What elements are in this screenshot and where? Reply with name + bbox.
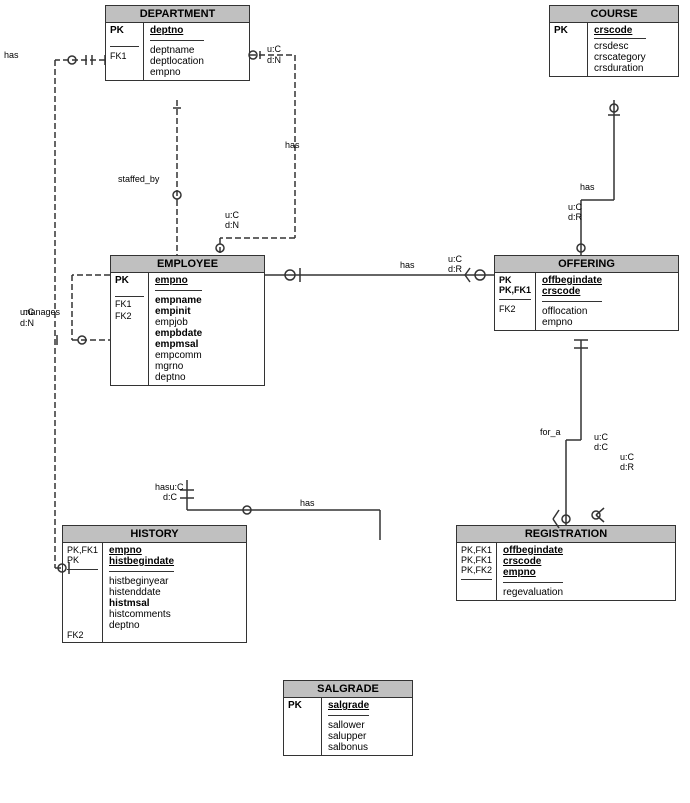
off-fk2-attr: empno [542, 317, 602, 328]
sal-pk-attr: salgrade [328, 700, 369, 711]
svg-text:d:N: d:N [20, 318, 34, 328]
svg-text:u:C: u:C [448, 254, 463, 264]
registration-entity: REGISTRATION PK,FK1 PK,FK1 PK,FK2 offbeg… [456, 525, 676, 601]
hist-fk2-label: FK2 [67, 630, 98, 640]
course-title: COURSE [550, 6, 678, 23]
emp-fk1-label: FK1 [115, 299, 144, 309]
hist-pk2-label: PK [67, 555, 98, 565]
emp-fk1-attr: mgrno [155, 361, 202, 372]
svg-text:has: has [4, 50, 19, 60]
course-entity: COURSE PK crscode crsdesc crscategory cr… [549, 5, 679, 77]
svg-text:u:C: u:C [620, 452, 635, 462]
course-attr-2: crscategory [594, 52, 646, 63]
dept-fk1-label: FK1 [110, 51, 139, 61]
hist-attr-4: histcomments [109, 609, 174, 620]
staffed-by-label: staffed_by [118, 174, 160, 184]
svg-text:for_a: for_a [540, 427, 561, 437]
reg-pk3-attr: empno [503, 567, 563, 578]
off-pk1-attr: offbegindate [542, 275, 602, 286]
off-pk1-label: PK [499, 275, 531, 285]
sal-attr-2: salupper [328, 731, 369, 742]
dept-attr-2: deptlocation [150, 56, 204, 67]
dept-fk1-attr: empno [150, 67, 204, 78]
svg-text:d:R: d:R [448, 264, 463, 274]
svg-text:d:C: d:C [163, 492, 178, 502]
sal-pk-label: PK [288, 700, 317, 711]
off-attr-1: offlocation [542, 306, 602, 317]
svg-text:u:C: u:C [20, 307, 35, 317]
emp-attr-4: empbdate [155, 328, 202, 339]
offering-entity: OFFERING PK PK,FK1 FK2 offbegindate crsc… [494, 255, 679, 331]
svg-text:d:N: d:N [225, 220, 239, 230]
svg-text:manages: manages [23, 307, 61, 317]
hist-attr-2: histenddate [109, 587, 174, 598]
registration-title: REGISTRATION [457, 526, 675, 543]
salgrade-title: SALGRADE [284, 681, 412, 698]
svg-text:d:N: d:N [267, 55, 281, 65]
hist-attr-3: histmsal [109, 598, 174, 609]
department-entity: DEPARTMENT PK FK1 deptno deptname deptlo… [105, 5, 250, 81]
svg-text:u:C: u:C [267, 44, 282, 54]
svg-text:has: has [285, 140, 300, 150]
emp-pk-attr: empno [155, 275, 202, 286]
emp-attr-1: empname [155, 295, 202, 306]
offering-title: OFFERING [495, 256, 678, 273]
hist-attr-1: histbeginyear [109, 576, 174, 587]
hist-pk1-label: PK,FK1 [67, 545, 98, 555]
svg-text:hasu:C: hasu:C [155, 482, 184, 492]
svg-text:u:C: u:C [594, 432, 609, 442]
sal-attr-1: sallower [328, 720, 369, 731]
history-title: HISTORY [63, 526, 246, 543]
emp-attr-3: empjob [155, 317, 202, 328]
svg-text:has: has [580, 182, 595, 192]
emp-attr-5: empmsal [155, 339, 202, 350]
reg-attr-1: regevaluation [503, 587, 563, 598]
employee-entity: EMPLOYEE PK FK1 FK2 empno empname empini… [110, 255, 265, 386]
dept-attr-1: deptname [150, 45, 204, 56]
svg-text:d:R: d:R [620, 462, 635, 472]
reg-pk3-label: PK,FK2 [461, 565, 492, 575]
employee-title: EMPLOYEE [111, 256, 264, 273]
off-fk2-label: FK2 [499, 304, 531, 314]
reg-pk2-label: PK,FK1 [461, 555, 492, 565]
reg-pk1-label: PK,FK1 [461, 545, 492, 555]
reg-pk2-attr: crscode [503, 556, 563, 567]
svg-text:d:R: d:R [568, 212, 583, 222]
off-pk2-attr: crscode [542, 286, 602, 297]
svg-text:u:C: u:C [225, 210, 240, 220]
department-title: DEPARTMENT [106, 6, 249, 23]
hist-fk2-attr: deptno [109, 620, 174, 631]
reg-pk1-attr: offbegindate [503, 545, 563, 556]
course-attr-3: crsduration [594, 63, 646, 74]
course-attr-1: crsdesc [594, 41, 646, 52]
history-entity: HISTORY PK,FK1 PK FK2 empno histbegindat… [62, 525, 247, 643]
erd-diagram: COURSE PK crscode crsdesc crscategory cr… [0, 0, 690, 803]
emp-fk2-attr: deptno [155, 372, 202, 383]
hist-pk1-attr: empno [109, 545, 174, 556]
hist-pk2-attr: histbegindate [109, 556, 174, 567]
dept-pk-label: PK [110, 25, 139, 36]
dept-pk-attr: deptno [150, 25, 204, 36]
svg-text:d:C: d:C [594, 442, 609, 452]
salgrade-entity: SALGRADE PK salgrade sallower salupper s… [283, 680, 413, 756]
svg-text:u:C: u:C [568, 202, 583, 212]
emp-attr-2: empinit [155, 306, 202, 317]
emp-pk-label: PK [115, 275, 144, 286]
sal-attr-3: salbonus [328, 742, 369, 753]
emp-fk2-label: FK2 [115, 311, 144, 321]
svg-text:has: has [400, 260, 415, 270]
course-pk-label: PK [554, 25, 583, 36]
course-pk-attr: crscode [594, 25, 646, 36]
emp-attr-6: empcomm [155, 350, 202, 361]
off-pk2-label: PK,FK1 [499, 285, 531, 295]
svg-text:has: has [300, 498, 315, 508]
